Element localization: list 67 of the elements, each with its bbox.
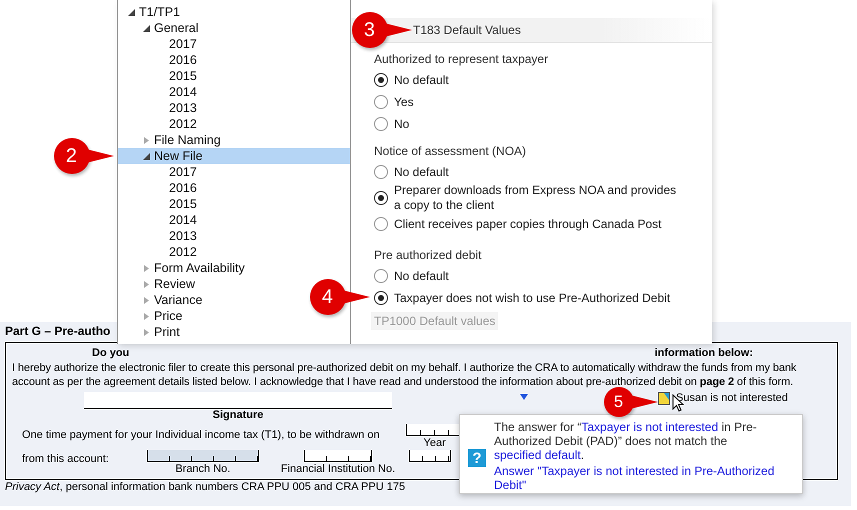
message-link[interactable]: specified default — [494, 448, 581, 462]
group-label: Pre authorized debit — [374, 247, 482, 263]
field-label: Year — [424, 437, 446, 450]
option-label: No default — [394, 72, 449, 88]
signature-field[interactable] — [84, 392, 392, 409]
option-label: Preparer downloads from Express NOA and provides a copy to the client — [394, 183, 678, 213]
message-link[interactable]: Taxpayer is not interested — [581, 420, 718, 434]
tree-item[interactable]: Variance — [118, 292, 206, 308]
tree-item[interactable]: T1/TP1 — [118, 4, 184, 20]
radio-button[interactable] — [374, 269, 388, 283]
option-label: Client receives paper copies through Canada Post — [394, 216, 662, 232]
status-note: Susan is not interested — [676, 392, 788, 405]
field-label: Financial Institution No. — [280, 463, 396, 476]
question-text: Do you — [92, 347, 130, 361]
field-label: Branch No. — [175, 463, 230, 476]
radio-button[interactable] — [374, 117, 388, 131]
expanded-arrow-icon[interactable] — [143, 152, 150, 160]
tree-item[interactable]: 2015 — [118, 68, 201, 84]
tree-item[interactable]: 2014 — [118, 84, 201, 100]
note-icon[interactable] — [658, 392, 670, 405]
radio-button[interactable] — [374, 165, 388, 179]
radio-button[interactable] — [374, 95, 388, 109]
account-text: from this account: — [22, 453, 109, 466]
radio-button[interactable] — [374, 73, 388, 87]
tree-item[interactable]: 2015 — [118, 196, 201, 212]
tree-item[interactable]: 2013 — [118, 100, 201, 116]
option-label: No default — [394, 164, 449, 180]
institution-field[interactable] — [304, 450, 372, 462]
tree-item[interactable]: Form Availability — [118, 260, 249, 276]
tree-item[interactable]: Print — [118, 324, 184, 340]
tree-item[interactable]: General — [118, 20, 202, 36]
field-label: Signature — [212, 409, 264, 422]
option-label: Yes — [394, 94, 414, 110]
footer-note: Privacy Act, personal information bank numbers CRA PPU 005 and CRA PPU 175 — [5, 481, 406, 493]
tree-item[interactable]: Price — [118, 308, 186, 324]
dropdown-caret-icon[interactable] — [520, 394, 528, 400]
tree-item[interactable]: 2014 — [118, 212, 201, 228]
option-label: Taxpayer does not wish to use Pre-Authorized Debit — [394, 290, 670, 306]
radio-button[interactable] — [374, 291, 388, 305]
tree-item[interactable]: New File — [118, 148, 350, 164]
section-header: TP1000 Default values — [371, 312, 498, 330]
radio-button[interactable] — [374, 217, 388, 231]
tree-item[interactable]: 2016 — [118, 180, 201, 196]
tree-item[interactable]: 2013 — [118, 228, 201, 244]
expanded-arrow-icon[interactable] — [128, 8, 135, 16]
tree-item[interactable]: 2016 — [118, 52, 201, 68]
group-label: Authorized to represent taxpayer — [374, 51, 550, 67]
answer-link[interactable]: Answer "Taxpayer is not interested in Pre-Authorized Debit" — [494, 464, 794, 492]
radio-button[interactable] — [374, 191, 388, 205]
help-icon: ? — [468, 449, 486, 467]
tree-item[interactable]: File Naming — [118, 132, 225, 148]
authorization-paragraph: I hereby authorize the electronic filer to create this personal pre-authorized debit on my behalf. I authorize the CRA to automatically withdraw the funds from my bank account as per the agreement details listed below. I acknowledge that I have read and understood the information about pre-authorized debit on page 2 of this form. — [12, 361, 798, 389]
branch-field[interactable] — [146, 450, 259, 462]
payment-text: One time payment for your Individual income tax (T1), to be withdrawn on — [22, 429, 380, 442]
tree-item[interactable]: 2017 — [118, 164, 201, 180]
tooltip-message: The answer for “Taxpayer is not interested in Pre-Authorized Debit (PAD)” does not match the specified default. — [494, 420, 758, 462]
tree-item[interactable]: Review — [118, 276, 199, 292]
tree-item[interactable]: 2012 — [118, 244, 201, 260]
tree-item[interactable]: 2012 — [118, 116, 201, 132]
option-label: No default — [394, 268, 449, 284]
account-field[interactable] — [409, 450, 452, 462]
section-heading: Part G – Pre-autho — [5, 324, 110, 340]
option-label: No — [394, 116, 410, 132]
expanded-arrow-icon[interactable] — [143, 24, 150, 32]
question-text: information below: — [654, 347, 753, 361]
tree-item[interactable]: 2017 — [118, 36, 201, 52]
group-label: Notice of assessment (NOA) — [374, 143, 528, 159]
